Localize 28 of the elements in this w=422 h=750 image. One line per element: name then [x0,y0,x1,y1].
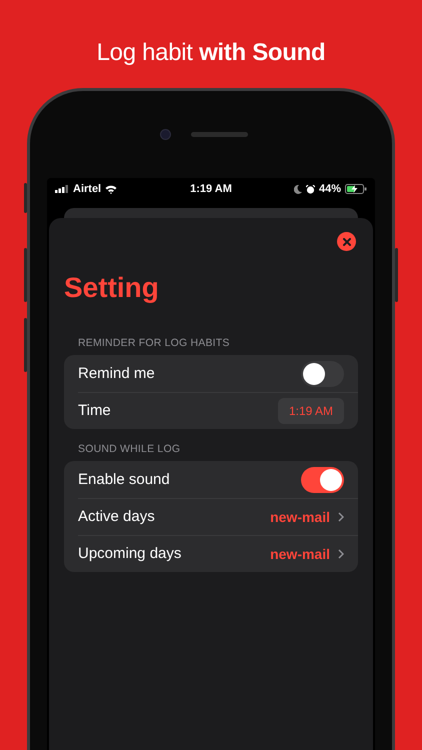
row-label: Remind me [78,365,155,382]
section-header: REMINDER FOR LOG HABITS [77,336,231,351]
signal-icon [55,185,69,193]
speaker-grille [191,132,248,137]
battery-percent: 44% [318,183,341,195]
clock-time: 1:19 AM [190,183,232,195]
camera [160,129,171,140]
row-label: Upcoming days [78,545,182,562]
close-icon [342,238,350,246]
alarm-icon [306,184,315,194]
row-value: new-mail [270,546,330,562]
toggle-switch[interactable] [301,466,344,492]
wifi-icon [105,184,118,194]
time-picker[interactable]: 1:19 AM [278,398,344,424]
carrier-name: Airtel [73,183,102,195]
moon-icon [294,184,302,194]
toggle-switch[interactable] [301,360,344,386]
close-button[interactable] [337,232,356,251]
chevron-icon [338,512,344,522]
row-label: Time [78,402,111,419]
battery-icon [345,184,367,194]
headline: Log habit with Sound [96,38,326,68]
row-label: Active days [78,508,155,525]
section-header: SOUND WHILE LOG [77,442,182,457]
chevron-icon [338,548,344,558]
row-value: new-mail [270,508,330,524]
row-label: Enable sound [78,471,170,488]
page-title: Setting [64,271,160,305]
